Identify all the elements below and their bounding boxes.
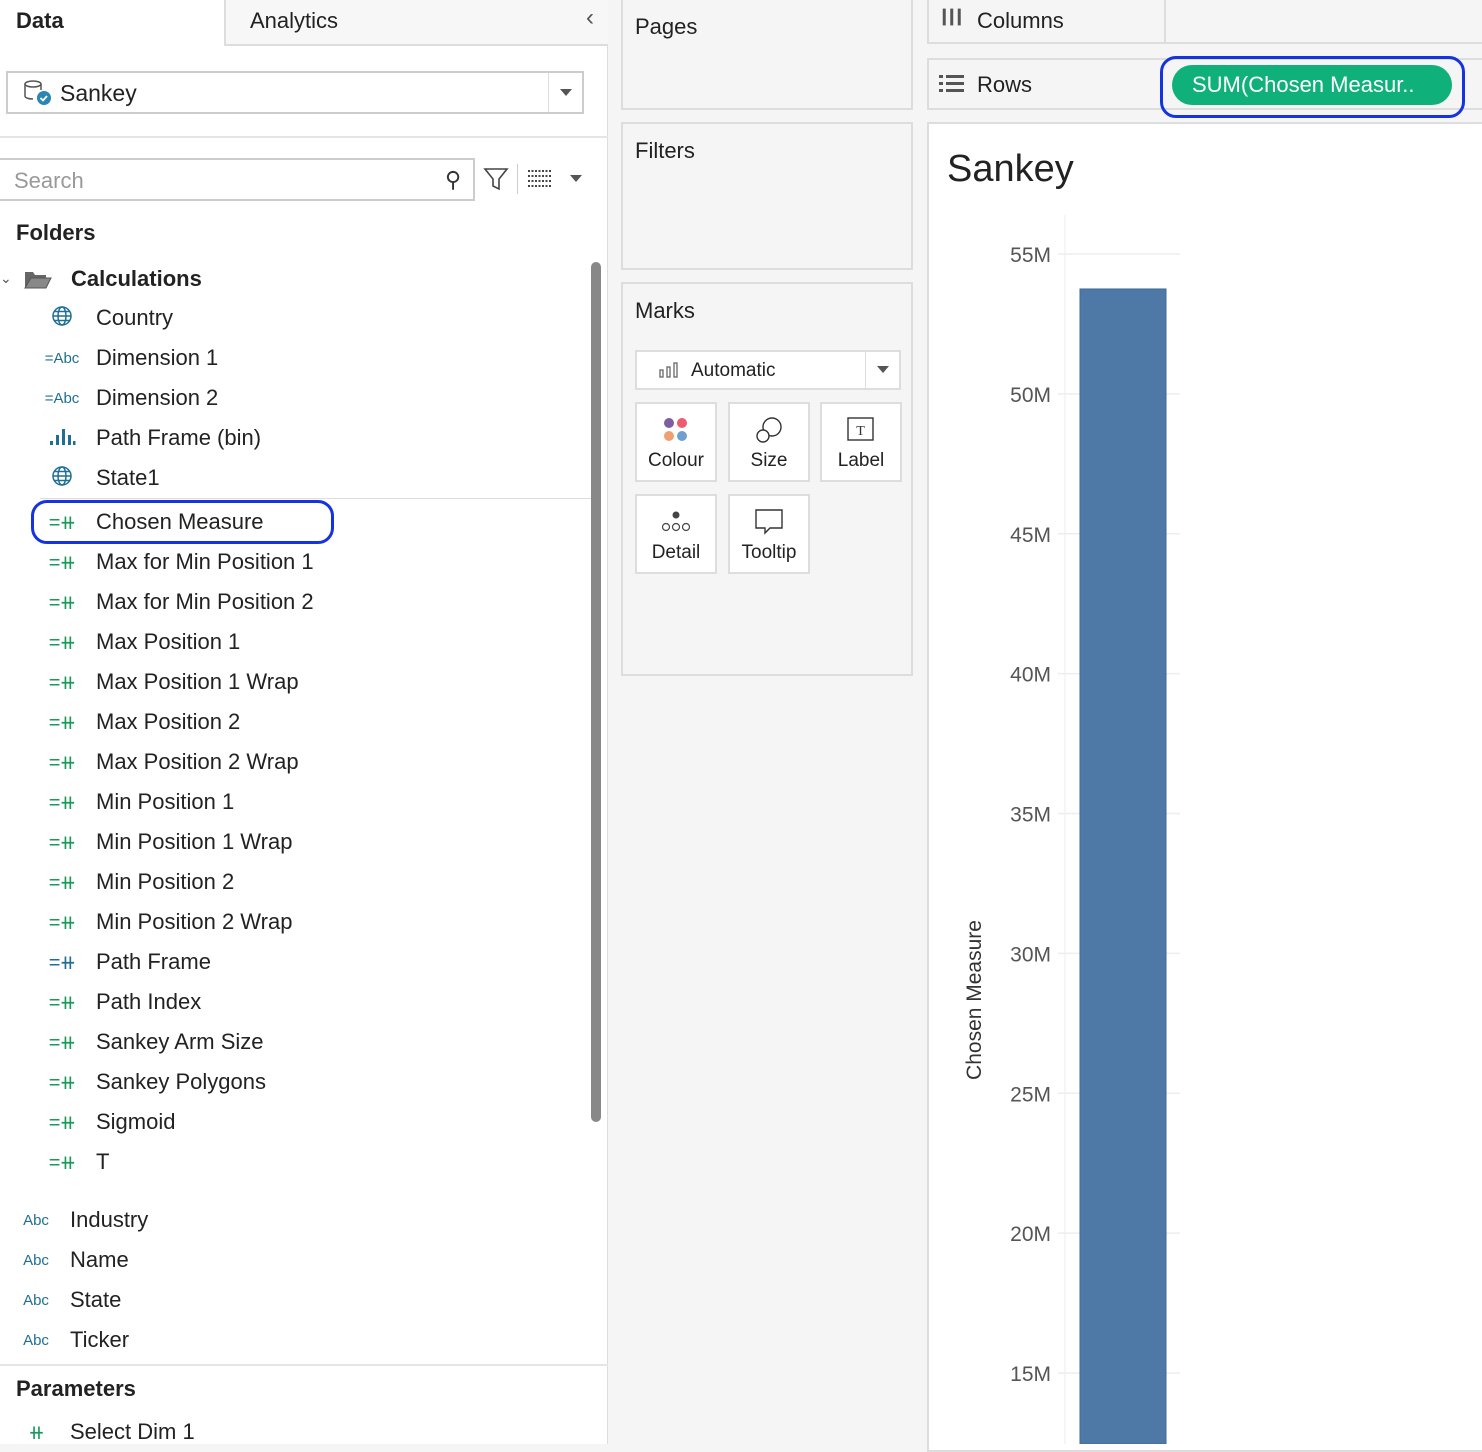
y-tick-label: 25M [1010,1083,1051,1106]
y-axis-title: Chosen Measure [963,920,986,1080]
y-tick-label: 35M [1010,804,1051,827]
y-tick-label: 45M [1010,524,1051,547]
y-tick-label: 55M [1010,244,1051,267]
y-tick-label: 20M [1010,1223,1051,1246]
y-tick-label: 15M [1010,1363,1051,1386]
bar [1079,288,1167,1444]
y-tick-label: 50M [1010,384,1051,407]
bar-chart: 55M 50M 45M 40M 35M 30M 25M 20M 15M [1010,215,1180,1444]
y-tick-label: 40M [1010,664,1051,687]
y-tick-label: 30M [1010,943,1051,966]
